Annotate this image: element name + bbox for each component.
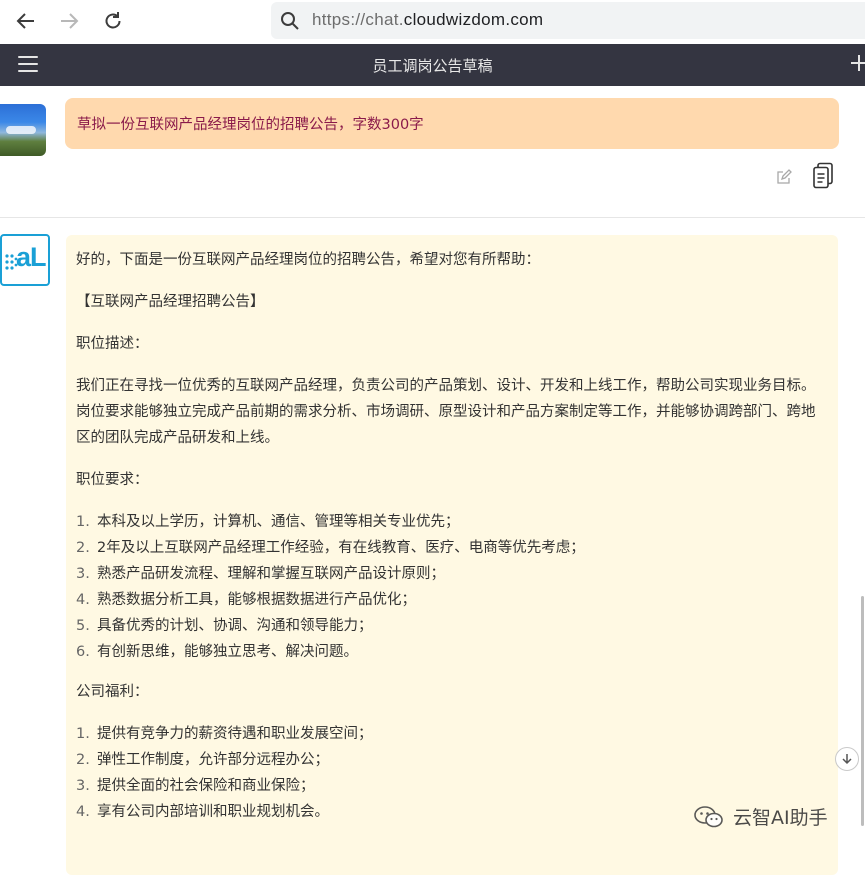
ai-avatar: aL bbox=[0, 234, 50, 286]
ai-intro: 好的，下面是一份互联网产品经理岗位的招聘公告，希望对您有所帮助： bbox=[76, 252, 540, 268]
list-number: 4. bbox=[76, 592, 90, 608]
list-item: 1. 本科及以上学历，计算机、通信、管理等相关专业优先； bbox=[76, 509, 828, 535]
plus-icon[interactable] bbox=[849, 53, 865, 73]
list-text: 本科及以上学历，计算机、通信、管理等相关专业优先； bbox=[97, 514, 460, 530]
wechat-icon bbox=[694, 805, 723, 827]
list-text: 有创新思维，能够独立思考、解决问题。 bbox=[97, 644, 358, 660]
desc-title: 职位描述： bbox=[76, 336, 149, 352]
url-prefix: https://chat. bbox=[312, 10, 404, 29]
list-number: 4. bbox=[76, 804, 90, 820]
user-message-text: 草拟一份互联网产品经理岗位的招聘公告，字数300字 bbox=[77, 117, 424, 133]
conversation-title: 员工调岗公告草稿 bbox=[372, 56, 493, 75]
list-number: 1. bbox=[76, 726, 90, 742]
browser-toolbar: https://chat.cloudwizdom.com bbox=[0, 0, 865, 44]
list-text: 享有公司内部培训和职业规划机会。 bbox=[97, 804, 329, 820]
search-icon bbox=[280, 11, 300, 31]
arrow-down-icon bbox=[842, 754, 852, 765]
ai-avatar-label: aL bbox=[16, 242, 46, 272]
desc-text: 我们正在寻找一位优秀的互联网产品经理，负责公司的产品策划、设计、开发和上线工作，… bbox=[76, 378, 816, 446]
address-bar[interactable]: https://chat.cloudwizdom.com bbox=[271, 2, 865, 39]
list-text: 弹性工作制度，允许部分远程办公； bbox=[97, 752, 329, 768]
user-message-bubble: 草拟一份互联网产品经理岗位的招聘公告，字数300字 bbox=[65, 98, 839, 149]
list-number: 6. bbox=[76, 644, 90, 660]
copy-icon[interactable] bbox=[811, 162, 835, 190]
user-avatar bbox=[0, 104, 46, 156]
ai-message-bubble: 好的，下面是一份互联网产品经理岗位的招聘公告，希望对您有所帮助： 【互联网产品经… bbox=[66, 235, 838, 875]
edit-icon[interactable] bbox=[776, 169, 792, 185]
list-text: 熟悉数据分析工具，能够根据数据进行产品优化； bbox=[97, 592, 416, 608]
benefits-title: 公司福利： bbox=[76, 684, 149, 700]
watermark: 云智AI助手 bbox=[693, 803, 828, 830]
list-text: 具备优秀的计划、协调、沟通和领导能力； bbox=[97, 618, 373, 634]
list-item: 2. 弹性工作制度，允许部分远程办公； bbox=[76, 747, 828, 773]
list-item: 1. 提供有竞争力的薪资待遇和职业发展空间； bbox=[76, 721, 828, 747]
url-text: https://chat.cloudwizdom.com bbox=[312, 10, 543, 30]
list-number: 2. bbox=[76, 752, 90, 768]
list-number: 5. bbox=[76, 618, 90, 634]
list-number: 2. bbox=[76, 540, 90, 556]
ai-heading: 【互联网产品经理招聘公告】 bbox=[76, 294, 265, 310]
url-domain: cloudwizdom.com bbox=[403, 10, 544, 29]
list-item: 3. 提供全面的社会保险和商业保险； bbox=[76, 773, 828, 799]
menu-icon[interactable] bbox=[18, 56, 38, 74]
list-number: 3. bbox=[76, 566, 90, 582]
list-text: 2年及以上互联网产品经理工作经验，有在线教育、医疗、电商等优先考虑； bbox=[97, 540, 585, 556]
list-item: 2. 2年及以上互联网产品经理工作经验，有在线教育、医疗、电商等优先考虑； bbox=[76, 535, 828, 561]
list-text: 提供有竞争力的薪资待遇和职业发展空间； bbox=[97, 726, 373, 742]
reload-icon[interactable] bbox=[101, 9, 125, 33]
requirements-title: 职位要求： bbox=[76, 472, 149, 488]
back-icon[interactable] bbox=[14, 9, 38, 33]
list-number: 3. bbox=[76, 778, 90, 794]
user-message-row: 草拟一份互联网产品经理岗位的招聘公告，字数300字 bbox=[0, 86, 865, 218]
app-header: 员工调岗公告草稿 bbox=[0, 44, 865, 86]
watermark-text: 云智AI助手 bbox=[733, 807, 828, 829]
list-number: 1. bbox=[76, 514, 90, 530]
list-text: 熟悉产品研发流程、理解和掌握互联网产品设计原则； bbox=[97, 566, 445, 582]
list-item: 4. 熟悉数据分析工具，能够根据数据进行产品优化； bbox=[76, 587, 828, 613]
scrollbar[interactable] bbox=[861, 596, 864, 826]
scroll-down-button[interactable] bbox=[835, 747, 859, 771]
list-text: 提供全面的社会保险和商业保险； bbox=[97, 778, 315, 794]
list-item: 3. 熟悉产品研发流程、理解和掌握互联网产品设计原则； bbox=[76, 561, 828, 587]
forward-icon[interactable] bbox=[57, 9, 81, 33]
requirements-list: 1. 本科及以上学历，计算机、通信、管理等相关专业优先； 2. 2年及以上互联网产品… bbox=[76, 509, 828, 665]
list-item: 6. 有创新思维，能够独立思考、解决问题。 bbox=[76, 639, 828, 665]
list-item: 5. 具备优秀的计划、协调、沟通和领导能力； bbox=[76, 613, 828, 639]
